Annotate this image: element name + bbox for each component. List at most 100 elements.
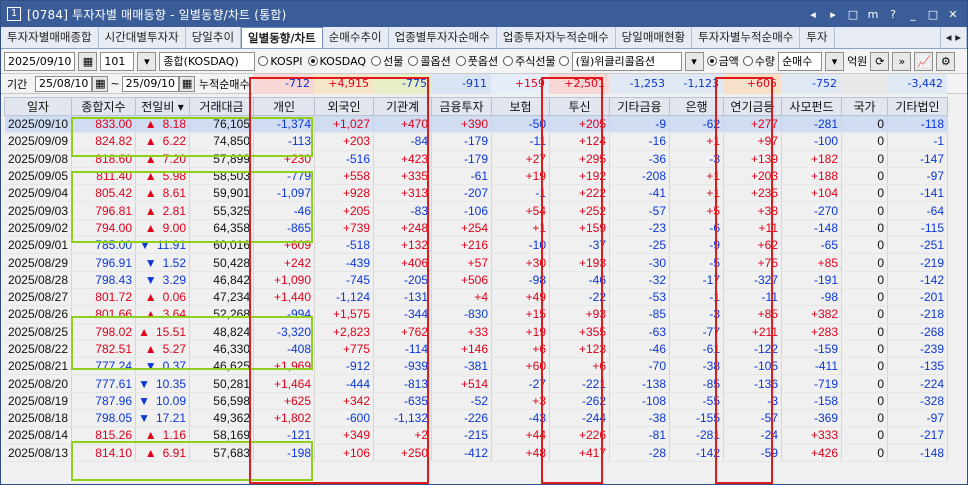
table-row[interactable]: 2025/08/27801.720.0647,234+1,440-1,124-1… xyxy=(4,288,948,307)
table-row[interactable]: 2025/08/26801.663.6452,268-994+1,575-344… xyxy=(4,305,948,324)
radio-amount_radios-1[interactable]: 수량 xyxy=(742,53,775,69)
tab-9[interactable]: 투자 xyxy=(800,27,835,48)
tab-7[interactable]: 당일매매현황 xyxy=(615,27,693,48)
radio-radios-1[interactable]: KOSDAQ xyxy=(307,53,366,69)
radio-icon[interactable] xyxy=(742,56,753,66)
radio-icon[interactable] xyxy=(307,56,318,66)
table-row[interactable]: 2025/09/04805.428.6159,901-1,097+928+313… xyxy=(4,184,948,203)
table-cell: +252 xyxy=(549,201,610,220)
column-header[interactable]: 국가 xyxy=(841,97,888,116)
table-row[interactable]: 2025/09/09824.826.2274,850-113+203-84-17… xyxy=(4,132,948,151)
period-from-input[interactable]: 25/08/10 xyxy=(35,75,93,92)
window-control-icon[interactable]: ✕ xyxy=(947,8,959,21)
column-header[interactable]: 일자 xyxy=(4,97,72,116)
window-control-icon[interactable]: □ xyxy=(847,8,859,21)
table-row[interactable]: 2025/08/21777.240.3746,625+1,969-912-939… xyxy=(4,357,948,376)
table-cell: -1,124 xyxy=(314,288,374,307)
code-input[interactable]: 101 xyxy=(100,51,135,71)
column-header[interactable]: 금융투자 xyxy=(431,97,492,116)
column-header[interactable]: 기관계 xyxy=(373,97,432,116)
chevron-down-icon[interactable]: ▾ xyxy=(137,51,157,71)
table-row[interactable]: 2025/08/13814.106.9157,683-198+106+250-4… xyxy=(4,444,948,462)
calendar-icon[interactable]: ▦ xyxy=(78,51,98,71)
gear-icon[interactable]: ⚙ xyxy=(936,51,956,71)
chart-icon[interactable]: 📈 xyxy=(914,51,934,71)
table-cell: +30 xyxy=(491,253,550,272)
tab-0[interactable]: 투자자별매매종합 xyxy=(1,27,99,48)
tab-scroll-icon[interactable]: ◂ ▸ xyxy=(939,27,967,48)
table-row[interactable]: 2025/09/05811.405.9858,503-779+558+335-6… xyxy=(4,167,948,186)
column-header[interactable]: 사모펀드 xyxy=(781,97,842,116)
tab-2[interactable]: 당일추이 xyxy=(185,27,242,48)
window-control-icon[interactable]: m xyxy=(867,8,879,21)
column-header[interactable]: 전일비 ▾ xyxy=(135,97,190,116)
table-cell: 46,625 xyxy=(189,357,254,376)
chevron-down-icon[interactable]: ▾ xyxy=(684,51,704,71)
window-control-icon[interactable]: ▸ xyxy=(827,8,839,21)
table-row[interactable]: 2025/08/29796.911.5250,428+242-439+406+5… xyxy=(4,253,948,272)
order-type-select[interactable]: 순매수 xyxy=(778,51,823,71)
period-to-input[interactable]: 25/09/10 xyxy=(121,75,180,92)
weekly-option-radio[interactable] xyxy=(558,56,569,66)
table-cell: 0 xyxy=(841,392,888,411)
radio-radios-4[interactable]: 풋옵션 xyxy=(455,53,498,69)
sort-icon[interactable]: ▾ xyxy=(174,100,184,114)
table-cell: -41 xyxy=(609,184,670,203)
radio-icon[interactable] xyxy=(503,56,514,66)
table-cell: -113 xyxy=(253,132,315,151)
radio-radios-3[interactable]: 콜옵션 xyxy=(408,53,451,69)
radio-icon[interactable] xyxy=(706,56,717,66)
radio-radios-2[interactable]: 선물 xyxy=(371,53,403,69)
chevron-down-icon[interactable]: ▾ xyxy=(825,51,845,71)
table-row[interactable]: 2025/08/19787.9610.0956,598+625+342-635-… xyxy=(4,392,948,411)
calendar-icon[interactable]: ▦ xyxy=(179,75,196,92)
table-row[interactable]: 2025/09/02794.009.0064,358-865+739+248+2… xyxy=(4,219,948,238)
column-header[interactable]: 개인 xyxy=(253,97,315,116)
column-header[interactable]: 보험 xyxy=(491,97,550,116)
tab-8[interactable]: 투자자별누적순매수 xyxy=(692,27,801,48)
column-header[interactable]: 외국인 xyxy=(314,97,374,116)
table-row[interactable]: 2025/08/14815.261.1658,169-121+349+2-215… xyxy=(4,426,948,445)
table-row[interactable]: 2025/09/10833.008.1876,105-1,374+1,027+4… xyxy=(4,115,948,134)
table-row[interactable]: 2025/09/08818.607.2057,899+230-516+423-1… xyxy=(4,150,948,168)
table-cell: -84 xyxy=(373,132,432,151)
radio-amount_radios-0[interactable]: 금액 xyxy=(706,53,739,69)
date-input[interactable]: 2025/09/10 xyxy=(4,51,76,71)
table-row[interactable]: 2025/08/25798.0215.5148,824-3,320+2,823+… xyxy=(4,323,948,341)
next-icon[interactable]: » xyxy=(892,51,912,71)
table-row[interactable]: 2025/08/28798.433.2946,842+1,090-745-205… xyxy=(4,271,948,289)
window-control-icon[interactable]: ? xyxy=(887,8,899,21)
table-row[interactable]: 2025/09/01785.0011.9160,016+609-518+132+… xyxy=(4,236,948,255)
tab-3[interactable]: 일별동향/차트 xyxy=(241,27,323,48)
calendar-icon[interactable]: ▦ xyxy=(92,75,109,92)
table-cell: -215 xyxy=(431,426,492,445)
window-control-icon[interactable]: _ xyxy=(907,8,919,21)
weekly-option-select[interactable]: (월)위클리콜옵션 xyxy=(571,51,682,71)
table-row[interactable]: 2025/08/22782.515.2746,330-408+775-114+1… xyxy=(4,340,948,359)
column-header[interactable]: 거래대금 xyxy=(189,97,254,116)
table-row[interactable]: 2025/08/18798.0517.2149,362+1,802-600-1,… xyxy=(4,409,948,428)
tab-6[interactable]: 업종투자자누적순매수 xyxy=(496,27,616,48)
radio-icon[interactable] xyxy=(258,56,269,66)
column-header[interactable]: 투신 xyxy=(549,97,610,116)
column-header[interactable]: 기타금융 xyxy=(609,97,670,116)
radio-radios-5[interactable]: 주식선물 xyxy=(503,53,556,69)
radio-radios-0[interactable]: KOSPI xyxy=(258,53,303,69)
refresh-icon[interactable]: ⟳ xyxy=(870,51,890,71)
radio-icon[interactable] xyxy=(371,56,382,66)
tab-1[interactable]: 시간대별투자자 xyxy=(98,27,186,48)
tab-5[interactable]: 업종별투자자순매수 xyxy=(388,27,497,48)
column-header[interactable]: 종합지수 xyxy=(71,97,136,116)
market-select[interactable]: 종합(KOSDAQ) xyxy=(159,51,256,71)
column-header[interactable]: 연기금등 xyxy=(723,97,782,116)
column-header[interactable]: 은행 xyxy=(669,97,724,116)
table-cell: +1 xyxy=(669,167,724,186)
window-control-icon[interactable]: □ xyxy=(927,8,939,21)
column-header[interactable]: 기타법인 xyxy=(887,97,948,116)
table-row[interactable]: 2025/08/20777.6110.3550,281+1,464-444-81… xyxy=(4,374,948,393)
radio-icon[interactable] xyxy=(455,56,466,66)
window-control-icon[interactable]: ◂ xyxy=(807,8,819,21)
radio-icon[interactable] xyxy=(408,56,419,66)
tab-4[interactable]: 순매수추이 xyxy=(322,27,389,48)
table-row[interactable]: 2025/09/03796.812.8155,325-46+205-83-106… xyxy=(4,201,948,220)
